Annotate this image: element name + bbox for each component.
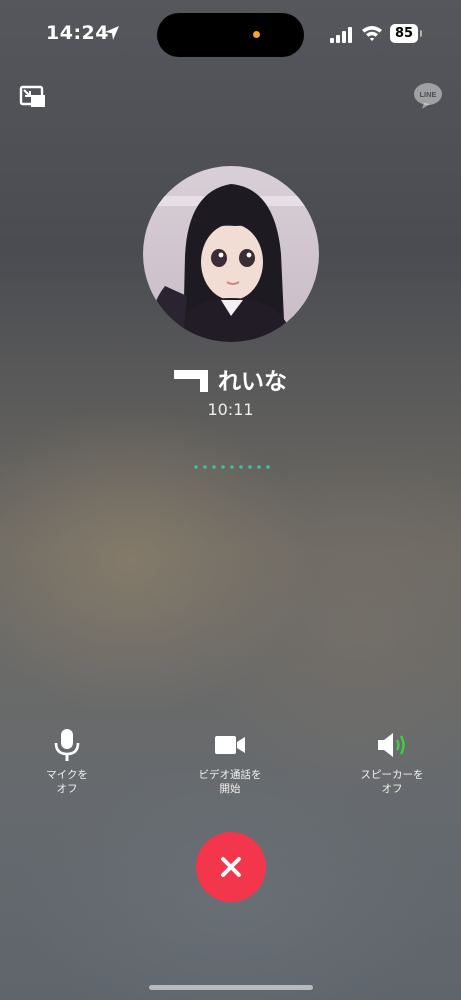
wifi-icon bbox=[362, 26, 382, 41]
status-time: 14:24 bbox=[46, 22, 109, 44]
call-duration: 10:11 bbox=[207, 400, 254, 419]
battery-tip bbox=[420, 30, 422, 37]
cellular-signal-icon bbox=[330, 27, 352, 43]
mute-mic-label: マイクを オフ bbox=[46, 769, 88, 795]
microphone-icon bbox=[54, 729, 80, 761]
picture-in-picture-icon[interactable] bbox=[19, 84, 47, 110]
start-video-label: ビデオ通話を 開始 bbox=[198, 769, 262, 795]
dynamic-island bbox=[157, 13, 304, 57]
line-logo-text: LINE bbox=[419, 90, 436, 99]
caller-avatar bbox=[143, 166, 319, 342]
mute-mic-button[interactable]: マイクを オフ bbox=[7, 728, 127, 796]
caller-name: れいな bbox=[218, 369, 287, 395]
speaker-on-icon bbox=[378, 733, 405, 757]
start-video-button[interactable]: ビデオ通話を 開始 bbox=[170, 728, 290, 796]
privacy-indicator bbox=[253, 31, 260, 38]
video-camera-icon bbox=[215, 736, 245, 754]
line-logo-icon: LINE bbox=[414, 83, 442, 109]
profile-photo bbox=[143, 166, 319, 342]
battery-icon: 85 bbox=[390, 24, 418, 43]
name-redaction-mark bbox=[174, 366, 208, 392]
end-call-button[interactable] bbox=[196, 832, 266, 902]
close-icon bbox=[221, 857, 241, 877]
location-arrow-icon bbox=[105, 26, 119, 40]
connection-dots-icon bbox=[194, 465, 270, 469]
home-indicator[interactable] bbox=[149, 985, 313, 990]
speaker-toggle-label: スピーカーを オフ bbox=[360, 769, 424, 795]
speaker-toggle-button[interactable]: スピーカーを オフ bbox=[332, 728, 452, 796]
caller-name-row: れいな bbox=[0, 362, 461, 396]
status-bar: 14:24 85 bbox=[0, 0, 461, 64]
